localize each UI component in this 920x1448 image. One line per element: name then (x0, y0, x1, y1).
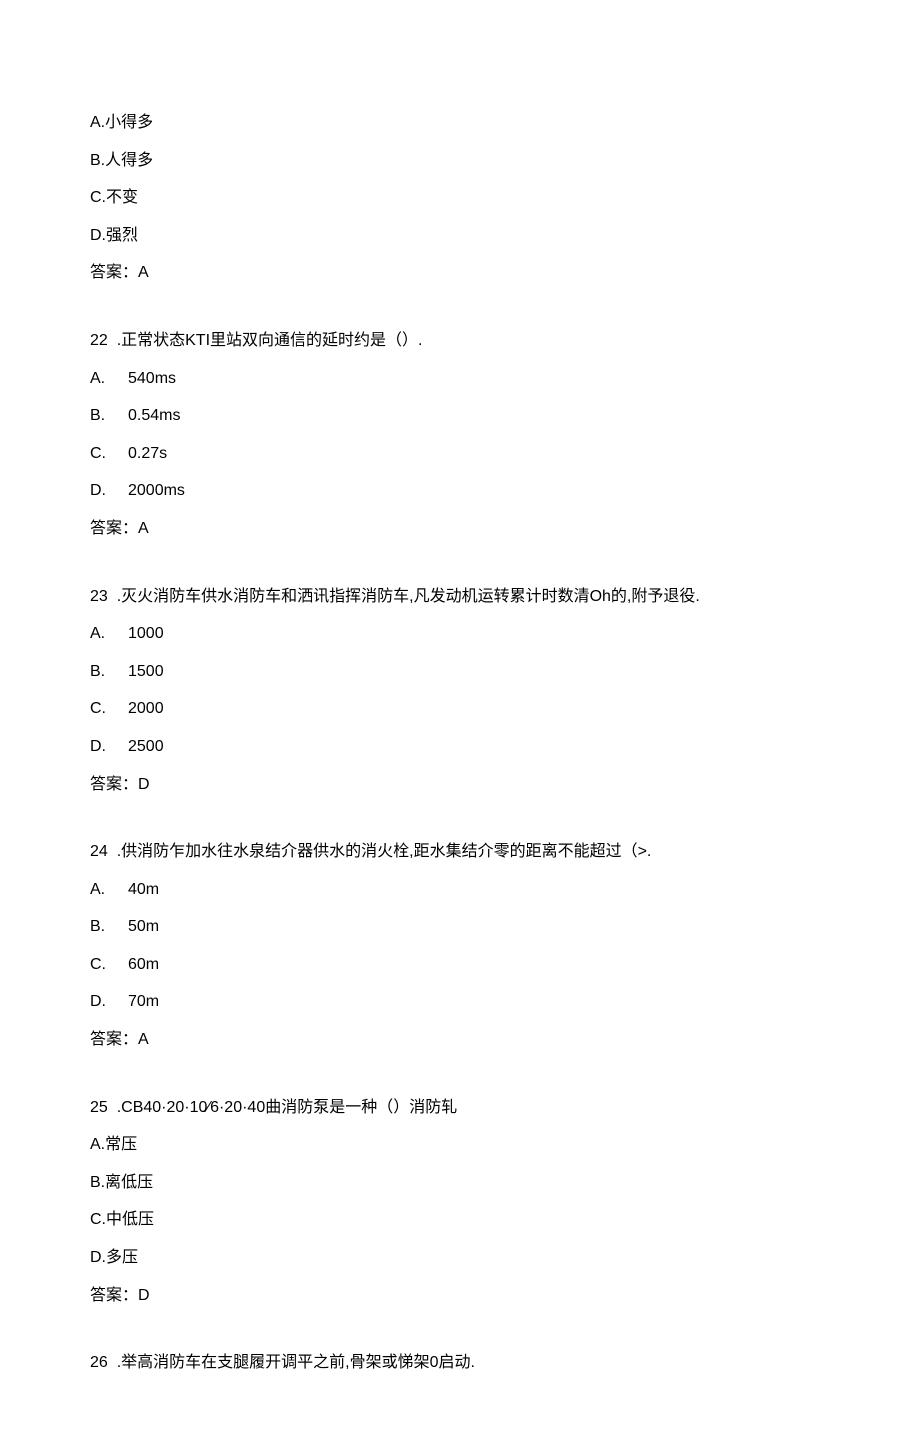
option-text: 人得多 (105, 152, 153, 169)
option-text: 2500 (128, 738, 164, 755)
option-letter: A. (90, 114, 105, 131)
option: D.2000ms (90, 478, 830, 504)
answer-line: 答案：A (90, 516, 830, 542)
question-stem: 26 .举高消防车在支腿履开调平之前,骨架或悌架0启动. (90, 1350, 830, 1376)
option-text: 离低压 (105, 1174, 153, 1191)
question-text: .灭火消防车供水消防车和洒讯指挥消防车,凡发动机运转累计时数清Oh的,附予退役. (117, 588, 700, 605)
option: B.1500 (90, 659, 830, 685)
option: A.40m (90, 877, 830, 903)
option: A.1000 (90, 621, 830, 647)
option: B.0.54ms (90, 403, 830, 429)
question-number: 26 (90, 1354, 108, 1371)
option-letter: B. (90, 659, 128, 685)
option-letter: B. (90, 1174, 105, 1191)
question-block: 26 .举高消防车在支腿履开调平之前,骨架或悌架0启动. (90, 1350, 830, 1376)
answer-label: 答案： (90, 1031, 138, 1048)
option-text: 小得多 (105, 114, 153, 131)
question-number: 23 (90, 588, 108, 605)
option-text: 1000 (128, 625, 164, 642)
question-block: A.小得多 B.人得多 C.不变 D.强烈 答案：A (90, 110, 830, 286)
option-text: 0.54ms (128, 407, 180, 424)
option-letter: B. (90, 914, 128, 940)
option-letter: A. (90, 366, 128, 392)
question-number: 25 (90, 1099, 108, 1116)
option-letter: D. (90, 478, 128, 504)
question-text: .供消防乍加水往水泉结介器供水的消火栓,距水集结介零的距离不能超过（>. (117, 843, 652, 860)
option-letter: C. (90, 696, 128, 722)
option-text: 2000ms (128, 482, 185, 499)
option: C.0.27s (90, 441, 830, 467)
option-letter: C. (90, 189, 106, 206)
option: A.常压 (90, 1132, 830, 1158)
option-letter: B. (90, 403, 128, 429)
option-letter: A. (90, 877, 128, 903)
option-text: 常压 (105, 1136, 137, 1153)
question-stem: 22 .正常状态KTI里站双向通信的延时约是（）. (90, 328, 830, 354)
answer-value: A (138, 520, 149, 537)
option-text: 60m (128, 956, 159, 973)
option-letter: D. (90, 227, 106, 244)
question-stem: 23 .灭火消防车供水消防车和洒讯指挥消防车,凡发动机运转累计时数清Oh的,附予… (90, 584, 830, 610)
option: D.2500 (90, 734, 830, 760)
question-number: 22 (90, 332, 108, 349)
option: A.540ms (90, 366, 830, 392)
answer-line: 答案：D (90, 772, 830, 798)
option: C.60m (90, 952, 830, 978)
answer-value: D (138, 1287, 150, 1304)
answer-label: 答案： (90, 520, 138, 537)
option-text: 70m (128, 993, 159, 1010)
question-block: 24 .供消防乍加水往水泉结介器供水的消火栓,距水集结介零的距离不能超过（>. … (90, 839, 830, 1053)
answer-label: 答案： (90, 1287, 138, 1304)
question-number: 24 (90, 843, 108, 860)
answer-value: A (138, 264, 149, 281)
question-block: 23 .灭火消防车供水消防车和洒讯指挥消防车,凡发动机运转累计时数清Oh的,附予… (90, 584, 830, 798)
question-block: 25 .CB40·20·10⁄6·20·40曲消防泵是一种（）消防轧 A.常压 … (90, 1095, 830, 1309)
option-text: 中低压 (106, 1211, 154, 1228)
question-stem: 25 .CB40·20·10⁄6·20·40曲消防泵是一种（）消防轧 (90, 1095, 830, 1121)
option-text: 不变 (106, 189, 138, 206)
option-text: 40m (128, 881, 159, 898)
option: B.50m (90, 914, 830, 940)
option: B.离低压 (90, 1170, 830, 1196)
option-letter: B. (90, 152, 105, 169)
option: D.70m (90, 989, 830, 1015)
option: C.中低压 (90, 1207, 830, 1233)
option-letter: A. (90, 621, 128, 647)
option: C.2000 (90, 696, 830, 722)
option-text: 0.27s (128, 445, 167, 462)
option-letter: D. (90, 989, 128, 1015)
option-text: 540ms (128, 370, 176, 387)
question-text: .CB40·20·10⁄6·20·40曲消防泵是一种（）消防轧 (117, 1099, 458, 1116)
option: B.人得多 (90, 148, 830, 174)
option-letter: A. (90, 1136, 105, 1153)
question-stem: 24 .供消防乍加水往水泉结介器供水的消火栓,距水集结介零的距离不能超过（>. (90, 839, 830, 865)
option-text: 2000 (128, 700, 164, 717)
option: D.多压 (90, 1245, 830, 1271)
option-text: 多压 (106, 1249, 138, 1266)
answer-label: 答案： (90, 264, 138, 281)
option-text: 强烈 (106, 227, 138, 244)
answer-line: 答案：D (90, 1283, 830, 1309)
option-text: 1500 (128, 663, 164, 680)
option: A.小得多 (90, 110, 830, 136)
option: C.不变 (90, 185, 830, 211)
question-text: .正常状态KTI里站双向通信的延时约是（）. (117, 332, 423, 349)
option-letter: C. (90, 1211, 106, 1228)
option-letter: D. (90, 1249, 106, 1266)
answer-line: 答案：A (90, 1027, 830, 1053)
answer-line: 答案：A (90, 260, 830, 286)
option-letter: D. (90, 734, 128, 760)
option: D.强烈 (90, 223, 830, 249)
option-letter: C. (90, 441, 128, 467)
question-text: .举高消防车在支腿履开调平之前,骨架或悌架0启动. (117, 1354, 475, 1371)
answer-label: 答案： (90, 776, 138, 793)
answer-value: A (138, 1031, 149, 1048)
option-letter: C. (90, 952, 128, 978)
answer-value: D (138, 776, 150, 793)
question-block: 22 .正常状态KTI里站双向通信的延时约是（）. A.540ms B.0.54… (90, 328, 830, 542)
option-text: 50m (128, 918, 159, 935)
